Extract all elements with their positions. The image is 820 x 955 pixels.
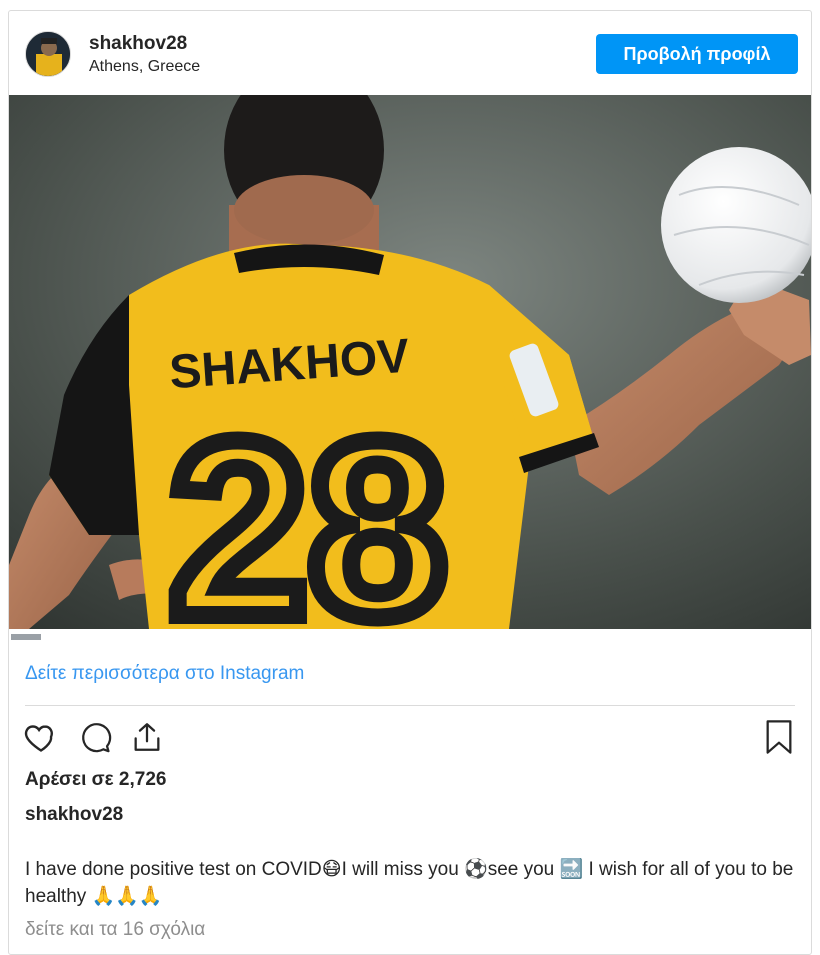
action-bar: [9, 711, 811, 765]
instagram-embed-card: shakhov28 Athens, Greece Προβολή προφίλ: [8, 10, 812, 955]
comment-icon[interactable]: [75, 717, 115, 757]
share-icon[interactable]: [127, 717, 167, 757]
post-photo[interactable]: SHAKHOV 28: [9, 95, 811, 629]
shirt-number-text: 28: [169, 389, 447, 629]
profile-avatar[interactable]: [25, 31, 71, 77]
bookmark-icon[interactable]: [759, 717, 799, 757]
heart-icon[interactable]: [21, 717, 61, 757]
divider: [25, 705, 795, 706]
post-header: shakhov28 Athens, Greece Προβολή προφίλ: [9, 11, 811, 95]
view-more-on-instagram-link[interactable]: Δείτε περισσότερα στο Instagram: [25, 663, 304, 685]
post-username[interactable]: shakhov28: [89, 33, 187, 55]
caption-username[interactable]: shakhov28: [25, 804, 123, 826]
post-caption: I have done positive test on COVID😷I wil…: [25, 859, 794, 907]
view-profile-button[interactable]: Προβολή προφίλ: [596, 34, 798, 74]
view-comments-link[interactable]: δείτε και τα 16 σχόλια: [25, 919, 205, 941]
likes-count[interactable]: Αρέσει σε 2,726: [25, 769, 166, 791]
post-location[interactable]: Athens, Greece: [89, 58, 200, 76]
photo-credit-strip: [9, 629, 811, 643]
